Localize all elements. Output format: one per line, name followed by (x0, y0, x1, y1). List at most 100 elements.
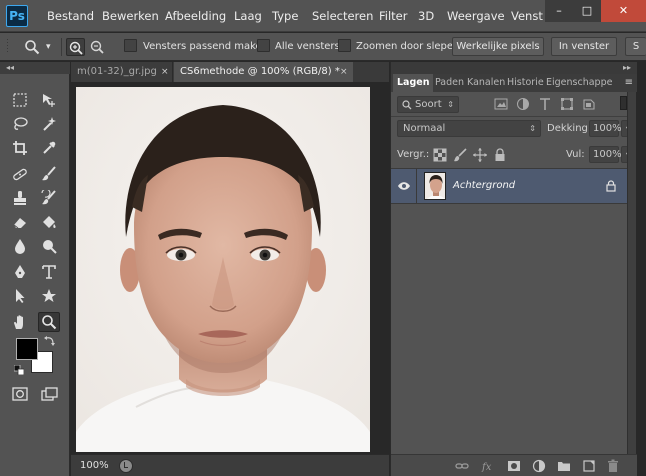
menu-bestand[interactable]: Bestand (47, 0, 94, 32)
lock-pixels-icon[interactable] (453, 148, 467, 162)
minimize-button[interactable]: – (545, 0, 573, 22)
filter-shape-icon[interactable] (560, 97, 574, 111)
tools-collapse[interactable]: ◂◂ (0, 62, 70, 74)
marquee-icon (13, 93, 27, 107)
history-brush-tool[interactable] (38, 188, 60, 208)
all-windows-checkbox[interactable] (257, 39, 270, 52)
new-layer-icon[interactable] (582, 459, 596, 473)
zoom-tool[interactable] (38, 312, 60, 332)
shape-tool[interactable] (38, 286, 60, 306)
type-tool[interactable] (38, 262, 60, 282)
tab-eigenschappen[interactable]: Eigenschappe (542, 74, 616, 92)
document-photo[interactable] (76, 87, 370, 452)
fill-input[interactable]: 100% (589, 146, 622, 163)
zoom-icon[interactable] (24, 39, 40, 55)
dodge-icon (43, 240, 57, 254)
resize-windows-checkbox[interactable] (124, 39, 137, 52)
add-mask-icon[interactable] (507, 459, 521, 473)
lock-all-icon[interactable] (493, 148, 507, 162)
move-tool[interactable] (38, 90, 60, 110)
zoom-out-button[interactable] (89, 39, 106, 55)
actual-pixels-button[interactable]: Werkelijke pixels (452, 37, 544, 56)
fit-screen-button[interactable]: In venster (551, 37, 617, 56)
type-icon (42, 265, 56, 279)
tab-historie[interactable]: Historie (503, 74, 548, 92)
path-selection-tool[interactable] (9, 286, 31, 306)
document-tab-1[interactable]: m(01-32)_gr.jpg × (71, 62, 173, 82)
layer-row-achtergrond[interactable]: Achtergrond (391, 168, 628, 204)
document-tab-1-label: m(01-32)_gr.jpg (77, 66, 157, 77)
paint-bucket-tool[interactable] (38, 212, 60, 232)
default-colors-icon[interactable] (13, 364, 25, 376)
healing-brush-tool[interactable] (9, 164, 31, 184)
dodge-tool[interactable] (38, 236, 60, 256)
hand-tool[interactable] (9, 312, 31, 332)
zoom-in-button[interactable] (66, 38, 85, 56)
panel-menu-icon[interactable]: ≡ (625, 77, 633, 88)
magic-wand-tool[interactable] (38, 114, 60, 134)
delete-layer-icon[interactable] (606, 459, 620, 473)
filter-pixel-icon[interactable] (494, 97, 508, 111)
opacity-label: Dekking: (547, 123, 592, 134)
resize-windows-label: Vensters passend maken (143, 41, 269, 52)
blend-mode-select[interactable]: Normaal ⇕ (397, 120, 541, 137)
blur-tool[interactable] (9, 236, 31, 256)
marquee-tool[interactable] (9, 90, 31, 110)
filter-smart-object-icon[interactable] (582, 97, 596, 111)
layer-visibility-toggle[interactable] (391, 169, 417, 203)
menu-3d[interactable]: 3D (418, 0, 434, 32)
eyedropper-tool[interactable] (38, 138, 60, 158)
menu-type[interactable]: Type (272, 0, 298, 32)
document-tab-2-label: CS6methode @ 100% (RGB/8) * (180, 66, 340, 77)
zoom-level-field[interactable]: 100% (75, 458, 111, 474)
menu-venster[interactable]: Venst (511, 0, 543, 32)
quick-mask-tool[interactable] (9, 384, 31, 404)
new-group-icon[interactable] (557, 459, 571, 473)
canvas-area[interactable] (71, 82, 389, 454)
opacity-input[interactable]: 100% (589, 120, 622, 137)
menu-afbeelding[interactable]: Afbeelding (165, 0, 226, 32)
scrubby-zoom-checkbox[interactable] (338, 39, 351, 52)
adjustment-layer-icon[interactable] (532, 459, 546, 473)
filter-adjustment-icon[interactable] (516, 97, 530, 111)
foreground-color-swatch[interactable] (16, 338, 38, 360)
document-tabs: m(01-32)_gr.jpg × CS6methode @ 100% (RGB… (71, 62, 389, 82)
layer-style-fx-icon[interactable]: fx (481, 459, 495, 473)
clone-stamp-tool[interactable] (9, 188, 31, 208)
link-layers-icon[interactable] (455, 459, 469, 473)
status-info-icon[interactable] (119, 459, 133, 473)
menu-weergave[interactable]: Weergave (447, 0, 505, 32)
brush-icon (42, 166, 56, 181)
menu-laag[interactable]: Laag (234, 0, 262, 32)
fill-screen-button[interactable]: S (625, 37, 646, 56)
lasso-tool[interactable] (9, 114, 31, 134)
tab-lagen[interactable]: Lagen (393, 74, 434, 92)
tab-close-icon[interactable]: × (161, 62, 169, 82)
menu-selecteren[interactable]: Selecteren (312, 0, 373, 32)
filter-kind-select[interactable]: Soort ⇕ (397, 96, 459, 113)
tool-preset-caret[interactable]: ▾ (46, 33, 51, 61)
lock-position-icon[interactable] (473, 148, 487, 162)
filter-type-icon[interactable] (538, 97, 552, 111)
maximize-button[interactable]: □ (573, 0, 601, 22)
menu-filter[interactable]: Filter (379, 0, 407, 32)
tab-close-icon[interactable]: × (340, 62, 348, 82)
photoshop-logo: Ps (6, 5, 28, 27)
close-button[interactable]: ✕ (601, 0, 646, 22)
document-tab-2[interactable]: CS6methode @ 100% (RGB/8) * × (174, 62, 353, 82)
layer-name[interactable]: Achtergrond (453, 169, 515, 203)
pen-tool[interactable] (9, 262, 31, 282)
eraser-tool[interactable] (9, 212, 31, 232)
panel-collapse[interactable]: ▸▸ (623, 62, 631, 74)
filter-toggle[interactable] (620, 96, 627, 110)
eyedropper-icon (43, 141, 56, 154)
menu-bewerken[interactable]: Bewerken (102, 0, 159, 32)
brush-tool[interactable] (38, 164, 60, 184)
stamp-icon (14, 191, 26, 205)
lock-transparency-icon[interactable] (433, 148, 447, 162)
panel-scrollbar[interactable] (627, 92, 636, 454)
screen-mode-tool[interactable] (38, 384, 60, 404)
tools-panel: ◂◂ (0, 62, 70, 476)
crop-tool[interactable] (9, 138, 31, 158)
swap-colors-icon[interactable] (44, 335, 56, 347)
